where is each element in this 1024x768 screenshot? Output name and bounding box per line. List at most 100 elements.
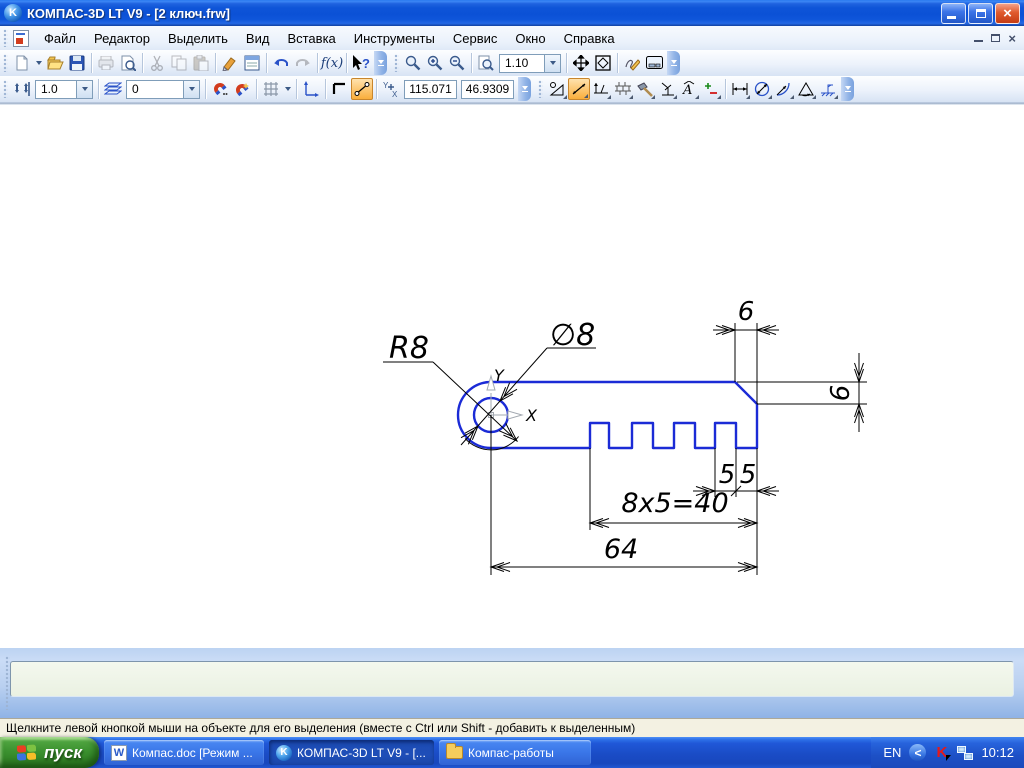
rebuild-hammer-icon[interactable] xyxy=(634,78,656,100)
cursor-step-icon[interactable] xyxy=(11,78,33,100)
copy-icon[interactable] xyxy=(168,52,190,74)
toolbar-grip[interactable] xyxy=(3,80,8,98)
dim-radius[interactable]: R8 xyxy=(389,331,429,366)
property-bar-panel[interactable] xyxy=(10,661,1014,697)
menu-insert[interactable]: Вставка xyxy=(278,29,344,48)
diameter-dimension-icon[interactable] xyxy=(751,78,773,100)
taskbar-task-folder[interactable]: Компас-работы xyxy=(439,740,591,765)
dim-chamfer-side[interactable]: 6 xyxy=(826,385,856,402)
mdi-minimize-icon[interactable] xyxy=(974,34,984,42)
zoom-current-scale-icon[interactable] xyxy=(475,52,497,74)
toolbar-overflow-button[interactable] xyxy=(667,51,680,75)
dim-diameter[interactable]: ∅8 xyxy=(550,318,595,353)
grid-dropdown[interactable] xyxy=(282,78,293,100)
taskbar-task-kompas[interactable]: K КОМПАС-3D LT V9 - [... xyxy=(269,740,434,765)
rebuild-view-icon[interactable] xyxy=(621,52,643,74)
mdi-close-icon[interactable]: × xyxy=(1008,32,1016,45)
layer-dropdown[interactable] xyxy=(184,79,200,99)
zoom-scale-combo[interactable]: 1.10 xyxy=(499,53,561,73)
menu-help[interactable]: Справка xyxy=(555,29,624,48)
clock[interactable]: 10:12 xyxy=(981,745,1014,760)
toolbar-overflow-button[interactable] xyxy=(374,51,387,75)
close-button[interactable]: × xyxy=(995,2,1020,24)
dim-tooth-right[interactable]: 5 xyxy=(740,460,757,490)
menubar-grip[interactable] xyxy=(3,29,8,47)
refresh-screen-icon[interactable] xyxy=(643,52,665,74)
toolbar-grip[interactable] xyxy=(394,54,399,72)
layer-value[interactable]: 0 xyxy=(126,79,184,99)
print-icon[interactable] xyxy=(95,52,117,74)
measure-angle-icon[interactable] xyxy=(546,78,568,100)
print-preview-icon[interactable] xyxy=(117,52,139,74)
spell-compass-icon[interactable]: A xyxy=(678,78,700,100)
open-icon[interactable] xyxy=(44,52,66,74)
snap-toggle-icon[interactable] xyxy=(351,78,373,100)
fit-all-icon[interactable] xyxy=(592,52,614,74)
menu-select[interactable]: Выделить xyxy=(159,29,237,48)
cursor-step-dropdown[interactable] xyxy=(77,79,93,99)
linear-dimension-icon[interactable] xyxy=(729,78,751,100)
minimize-button[interactable] xyxy=(941,2,966,24)
save-icon[interactable] xyxy=(66,52,88,74)
zoom-scale-value[interactable]: 1.10 xyxy=(499,53,545,73)
title-bar[interactable]: K КОМПАС-3D LT V9 - [2 ключ.frw] × xyxy=(0,0,1024,26)
mdi-restore-icon[interactable] xyxy=(991,34,1001,42)
menu-window[interactable]: Окно xyxy=(506,29,554,48)
cut-icon[interactable] xyxy=(146,52,168,74)
restore-button[interactable] xyxy=(968,2,993,24)
auto-dimension-icon[interactable] xyxy=(568,78,590,100)
drawing-canvas[interactable]: Y X R8 ∅8 6 6 5 5 8x5=40 64 xyxy=(0,105,1024,648)
local-cs-icon[interactable] xyxy=(300,78,322,100)
datum-symbol-icon[interactable] xyxy=(590,78,612,100)
collision-grid-icon[interactable] xyxy=(612,78,634,100)
paste-icon[interactable] xyxy=(190,52,212,74)
coord-x-field[interactable]: 115.071 xyxy=(404,79,457,99)
layer-manager-icon[interactable] xyxy=(102,78,124,100)
coord-y-field[interactable]: 46.9309 xyxy=(461,79,514,99)
document-icon[interactable] xyxy=(13,29,29,47)
local-snap-icon[interactable] xyxy=(231,78,253,100)
snap-settings-icon[interactable] xyxy=(209,78,231,100)
taskbar-task-word[interactable]: W Компас.doc [Режим ... xyxy=(104,740,264,765)
perpendicularity-icon[interactable] xyxy=(656,78,678,100)
redo-icon[interactable] xyxy=(292,52,314,74)
undo-icon[interactable] xyxy=(270,52,292,74)
menu-view[interactable]: Вид xyxy=(237,29,279,48)
zoom-scale-dropdown[interactable] xyxy=(545,53,561,73)
document-properties-icon[interactable] xyxy=(241,52,263,74)
dim-overall[interactable]: 64 xyxy=(604,534,638,565)
surface-finish-icon[interactable] xyxy=(817,78,839,100)
dim-pattern[interactable]: 8x5=40 xyxy=(621,488,728,519)
pan-icon[interactable] xyxy=(570,52,592,74)
radius-dimension-icon[interactable] xyxy=(773,78,795,100)
grid-icon[interactable] xyxy=(260,78,282,100)
network-icon[interactable] xyxy=(957,745,974,760)
kaspersky-icon[interactable]: K xyxy=(934,744,952,761)
toolbar-grip[interactable] xyxy=(538,80,543,98)
new-document-dropdown[interactable] xyxy=(33,52,44,74)
toolbar-overflow-button[interactable] xyxy=(841,77,854,101)
zoom-by-frame-icon[interactable] xyxy=(402,52,424,74)
language-indicator[interactable]: EN xyxy=(883,745,901,760)
copy-properties-icon[interactable] xyxy=(219,52,241,74)
dim-tooth-left[interactable]: 5 xyxy=(719,460,736,490)
zoom-in-icon[interactable] xyxy=(424,52,446,74)
ortho-drawing-icon[interactable] xyxy=(329,78,351,100)
zoom-out-icon[interactable] xyxy=(446,52,468,74)
app-icon[interactable]: K xyxy=(4,4,22,22)
new-document-icon[interactable] xyxy=(11,52,33,74)
toolbar-overflow-button[interactable] xyxy=(518,77,531,101)
menu-editor[interactable]: Редактор xyxy=(85,29,159,48)
cursor-step-value[interactable]: 1.0 xyxy=(35,79,77,99)
dim-chamfer-top[interactable]: 6 xyxy=(738,297,755,327)
layer-combo[interactable]: 0 xyxy=(126,79,200,99)
hide-icons-chevron-icon[interactable]: < xyxy=(909,744,927,761)
start-button[interactable]: пуск xyxy=(0,737,99,768)
tolerance-plusminus-icon[interactable] xyxy=(700,78,722,100)
context-help-icon[interactable]: ? xyxy=(350,52,372,74)
toolbar-grip[interactable] xyxy=(3,54,8,72)
cursor-step-combo[interactable]: 1.0 xyxy=(35,79,93,99)
angle-dimension-icon[interactable] xyxy=(795,78,817,100)
menu-file[interactable]: Файл xyxy=(35,29,85,48)
menu-tools[interactable]: Инструменты xyxy=(345,29,444,48)
